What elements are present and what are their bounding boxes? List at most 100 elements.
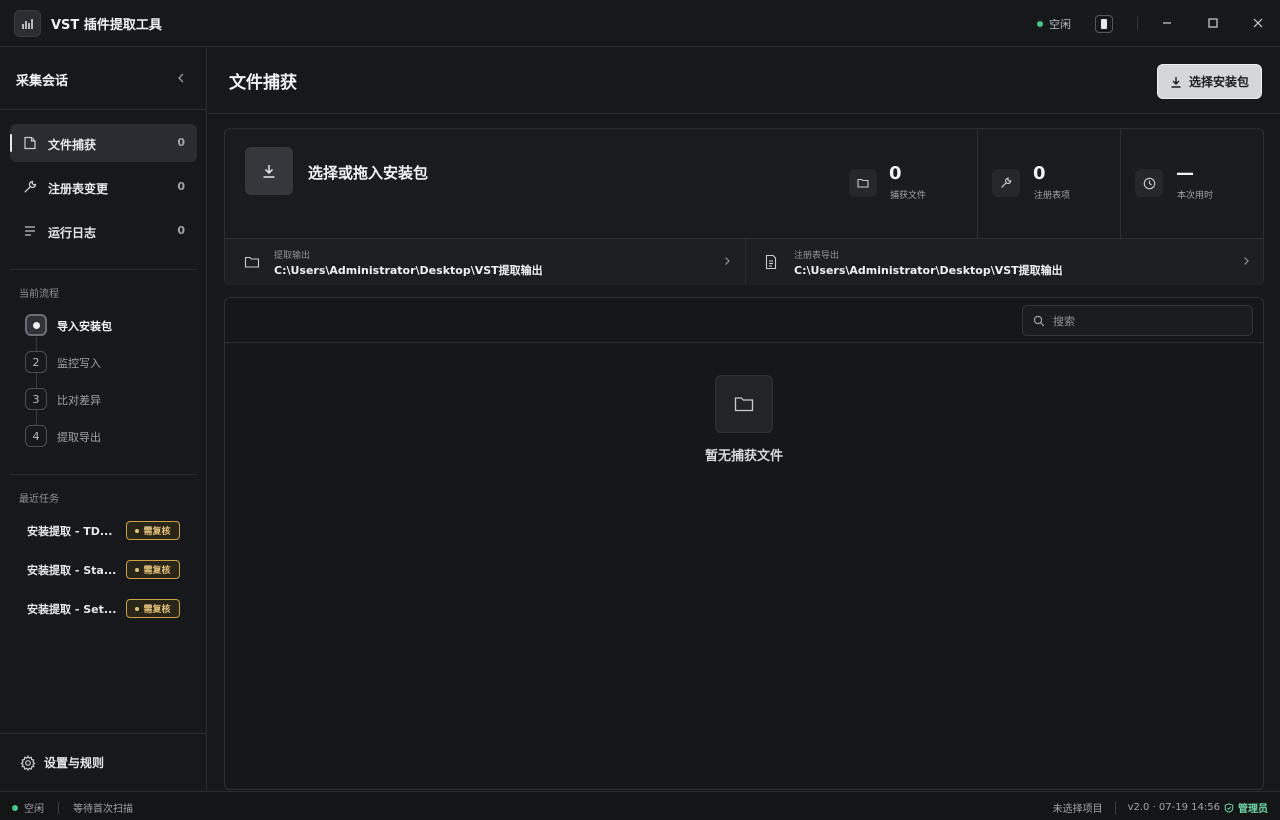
step-2-label: 监控写入 [57,357,101,370]
step-4-label: 提取导出 [57,431,101,444]
close-button[interactable] [1248,13,1268,33]
status-badge: 需复核 [126,521,180,540]
theme-toggle-button[interactable] [1095,15,1113,33]
upload-dropzone-button[interactable] [245,147,293,195]
status-message: 等待首次扫描 [73,804,133,815]
clock-icon [1135,169,1163,197]
folder-icon [244,254,260,270]
empty-folder-icon [715,375,773,433]
select-package-button[interactable]: 选择安装包 [1157,64,1262,99]
admin-role: 管理员 [1224,800,1268,815]
registry-export-path[interactable]: 注册表导出 C:\Users\Administrator\Desktop\VST… [745,239,1263,285]
maximize-icon [1208,18,1218,28]
maximize-button[interactable] [1203,13,1223,33]
sidebar: 采集会话 文件捕获 0 注册表变更 0 运行日志 0 当前流程 导入安装包 2 … [0,48,207,791]
sidebar-footer: 设置与规则 [0,733,207,791]
badge-dot-icon [135,567,140,572]
collapse-sidebar-button[interactable] [174,71,188,85]
panel-toolbar [225,298,1263,343]
path-label: 提取输出 [274,251,311,261]
stat-value: 0 [889,163,902,184]
step-4-indicator: 4 [25,425,47,447]
session-title: 采集会话 [16,74,69,89]
status-divider [1114,801,1116,814]
step-3-label: 比对差异 [57,394,101,407]
settings-label: 设置与规则 [44,756,105,770]
stat-label: 捕获文件 [890,191,927,201]
flow-section-title: 当前流程 [19,289,59,300]
nav-item-file-capture[interactable]: 文件捕获 0 [10,124,197,162]
stat-registry-entries: 0 注册表项 [977,129,1120,238]
search-icon [1033,315,1045,327]
sidebar-header: 采集会话 [0,48,207,110]
download-icon [263,165,275,178]
nav-label: 运行日志 [48,226,97,240]
status-right: 未选择项目 v2.0 · 07-19 14:56 管理员 [1053,800,1268,815]
recent-task-1[interactable]: 安装提取 - TD... [27,523,119,539]
status-bar: 空闲 等待首次扫描 未选择项目 v2.0 · 07-19 14:56 管理员 [0,791,1280,820]
nav-label: 文件捕获 [48,138,97,152]
list-icon [23,224,37,238]
step-2-indicator: 2 [25,351,47,373]
badge-dot-icon [135,606,140,611]
status-text: 空闲 [24,804,44,815]
status-badge: 需复核 [126,599,180,618]
download-icon [1171,76,1181,88]
nav-label: 注册表变更 [48,182,109,196]
nav-item-run-log[interactable]: 运行日志 0 [10,212,197,250]
shield-check-icon [1224,802,1234,813]
wrench-icon [23,180,37,194]
path-label: 注册表导出 [794,251,840,261]
status-left: 空闲 等待首次扫描 [12,800,133,815]
step-1-indicator [25,314,47,336]
wrench-icon [992,169,1020,197]
page-title: 文件捕获 [229,73,297,93]
chevron-left-icon [178,73,184,83]
status-text: 空闲 [1049,18,1071,31]
settings-button[interactable]: 设置与规则 [20,754,104,771]
close-icon [1253,18,1263,28]
nav-item-registry-changes[interactable]: 注册表变更 0 [10,168,197,206]
role-label: 管理员 [1238,804,1268,815]
recent-task-2[interactable]: 安装提取 - Sta... [27,562,119,578]
extract-output-path[interactable]: 提取输出 C:\Users\Administrator\Desktop\VST提… [225,239,745,285]
chevron-right-icon [1240,255,1252,267]
connection-status: 空闲 [1037,16,1071,32]
minimize-icon [1163,22,1171,24]
status-dot-icon [12,804,18,811]
app-title: VST 插件提取工具 [51,18,162,33]
title-bar: VST 插件提取工具 空闲 [0,0,1280,47]
minimize-button[interactable] [1157,13,1177,33]
output-paths: 提取输出 C:\Users\Administrator\Desktop\VST提… [225,238,1263,285]
search-field[interactable] [1022,305,1253,336]
path-value: C:\Users\Administrator\Desktop\VST提取输出 [794,264,1063,277]
dropzone-title: 选择或拖入安装包 [308,164,429,182]
document-icon [763,254,779,270]
status-dot-icon [1037,21,1043,27]
step-3-indicator: 3 [25,388,47,410]
search-input[interactable] [1053,312,1243,330]
nav-count: 0 [177,180,185,193]
stat-elapsed-time: — 本次用时 [1120,129,1263,238]
status-divider [58,801,59,814]
recent-task-3[interactable]: 安装提取 - Set... [27,601,119,617]
import-card: 选择或拖入安装包 0 捕获文件 0 注册表项 — 本次用时 提取输出 C:\Us… [224,128,1264,285]
chevron-right-icon [721,255,733,267]
file-icon [23,136,37,150]
stat-captured-files: 0 捕获文件 [835,129,977,238]
badge-dot-icon [135,528,140,533]
current-step-dot-icon [32,321,40,329]
recent-section-title: 最近任务 [19,494,59,505]
version-info: v2.0 · 07-19 14:56 [1127,802,1220,813]
main-header: 文件捕获 选择安装包 [208,48,1280,114]
stat-value: 0 [1033,163,1046,184]
path-value: C:\Users\Administrator\Desktop\VST提取输出 [274,264,543,277]
stat-label: 本次用时 [1177,191,1214,201]
sidebar-divider [10,474,197,475]
nav-count: 0 [177,224,185,237]
step-1-label: 导入安装包 [57,320,112,333]
stat-label: 注册表项 [1034,191,1071,201]
gear-icon [20,754,36,771]
sidebar-divider [10,269,197,270]
toggle-icon [1101,19,1107,29]
